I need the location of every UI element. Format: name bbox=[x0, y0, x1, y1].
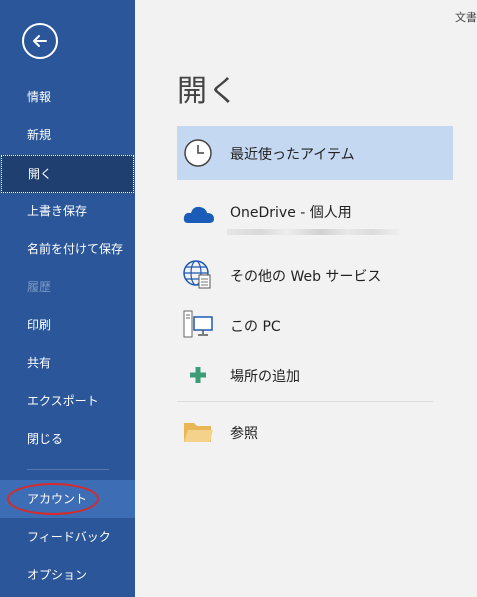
clock-icon bbox=[184, 139, 212, 167]
sidebar-divider bbox=[27, 469, 109, 470]
location-label: 場所の追加 bbox=[230, 369, 300, 385]
location-label: 参照 bbox=[230, 426, 258, 442]
nav-share[interactable]: 共有 bbox=[0, 344, 135, 382]
folder-icon bbox=[184, 423, 213, 442]
nav-print[interactable]: 印刷 bbox=[0, 306, 135, 344]
location-recent[interactable]: 最近使ったアイテム bbox=[177, 126, 453, 180]
location-label: その他の Web サービス bbox=[230, 269, 382, 285]
nav-close[interactable]: 閉じる bbox=[0, 420, 135, 458]
location-label: 最近使ったアイテム bbox=[230, 147, 355, 163]
location-web-services[interactable]: その他の Web サービス bbox=[177, 248, 453, 302]
location-label: OneDrive - 個人用 bbox=[230, 205, 352, 221]
nav-open[interactable]: 開く bbox=[1, 155, 134, 193]
page-title: 開く bbox=[177, 74, 239, 109]
highlight-circle bbox=[7, 483, 99, 515]
cloud-icon bbox=[183, 206, 214, 223]
account-email-blurred bbox=[227, 229, 399, 235]
nav-info[interactable]: 情報 bbox=[0, 78, 135, 116]
location-browse[interactable]: 参照 bbox=[177, 405, 453, 459]
backstage-sidebar: 情報 新規 開く 上書き保存 名前を付けて保存 履歴 印刷 共有 エクスポート … bbox=[0, 0, 135, 597]
location-label: この PC bbox=[230, 319, 281, 335]
pc-icon bbox=[183, 310, 213, 338]
arrow-left-icon bbox=[33, 35, 47, 47]
open-pane: 文書 開く 最近使ったアイテム OneDrive - 個人用 その他の Web … bbox=[135, 0, 477, 597]
back-button[interactable] bbox=[22, 23, 58, 59]
plus-icon bbox=[190, 367, 206, 383]
nav-feedback[interactable]: フィードバック bbox=[0, 518, 135, 556]
globe-icon bbox=[183, 260, 211, 289]
location-divider bbox=[177, 401, 433, 402]
nav-options[interactable]: オプション bbox=[0, 556, 135, 594]
nav-history: 履歴 bbox=[27, 280, 52, 294]
nav-export[interactable]: エクスポート bbox=[0, 382, 135, 420]
location-onedrive[interactable]: OneDrive - 個人用 bbox=[177, 186, 453, 240]
nav-save-as[interactable]: 名前を付けて保存 bbox=[0, 230, 135, 268]
location-add-place[interactable]: 場所の追加 bbox=[177, 348, 453, 402]
document-title: 文書 bbox=[455, 11, 477, 24]
nav-new[interactable]: 新規 bbox=[0, 116, 135, 154]
location-this-pc[interactable]: この PC bbox=[177, 298, 453, 352]
nav-save[interactable]: 上書き保存 bbox=[0, 192, 135, 230]
